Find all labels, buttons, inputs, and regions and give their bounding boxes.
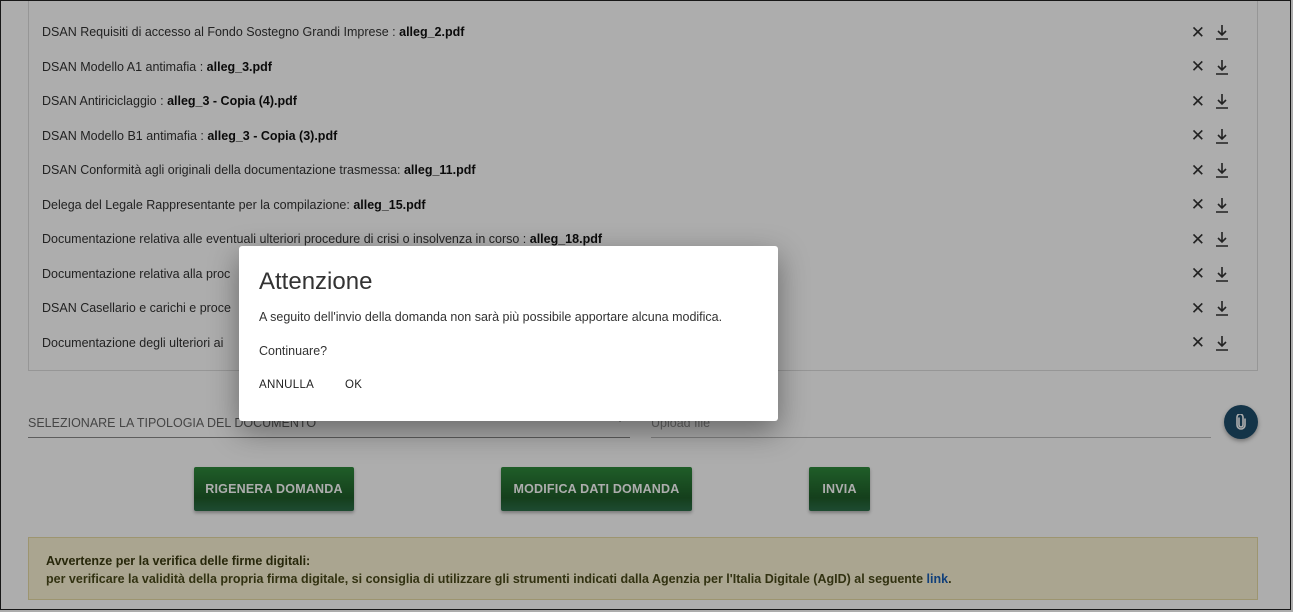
ok-button[interactable]: OK [345, 379, 362, 391]
dialog-title: Attenzione [259, 268, 373, 295]
confirm-dialog: Attenzione A seguito dell'invio della do… [239, 246, 778, 421]
cancel-button[interactable]: ANNULLA [259, 379, 314, 391]
dialog-question: Continuare? [259, 344, 328, 358]
dialog-message: A seguito dell'invio della domanda non s… [259, 310, 723, 324]
